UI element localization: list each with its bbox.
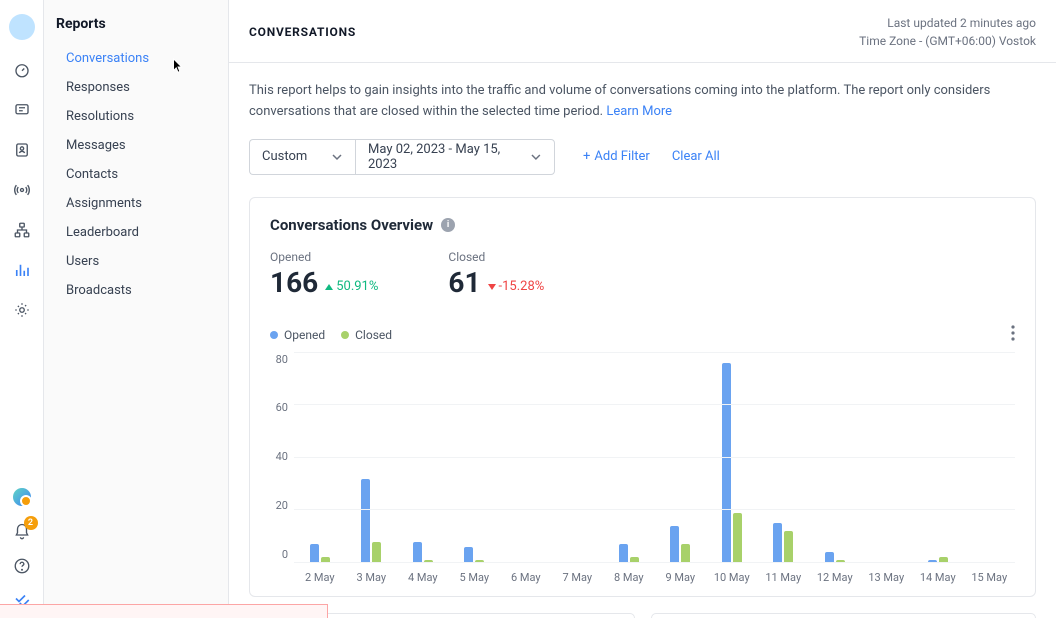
user-avatar[interactable] bbox=[11, 486, 33, 508]
sidebar-item-broadcasts[interactable]: Broadcasts bbox=[56, 276, 228, 305]
date-range-select[interactable]: May 02, 2023 - May 15, 2023 bbox=[355, 139, 555, 175]
dashboard-icon[interactable] bbox=[12, 60, 32, 80]
sidebar-item-conversations[interactable]: Conversations bbox=[56, 44, 228, 73]
sidebar-item-contacts[interactable]: Contacts bbox=[56, 160, 228, 189]
report-description: This report helps to gain insights into … bbox=[249, 81, 1036, 123]
sidebar-item-resolutions[interactable]: Resolutions bbox=[56, 102, 228, 131]
page-title: CONVERSATIONS bbox=[249, 25, 356, 39]
card-title: Conversations Overview bbox=[270, 216, 433, 234]
chevron-down-icon bbox=[331, 151, 343, 163]
alert-badge: 2 bbox=[24, 516, 38, 530]
timezone: Time Zone - (GMT+06:00) Vostok bbox=[859, 32, 1036, 50]
delta-up: 50.91% bbox=[324, 279, 378, 294]
chart-menu-button[interactable] bbox=[1011, 325, 1015, 345]
plus-icon: + bbox=[583, 149, 590, 164]
main-header: CONVERSATIONS Last updated 2 minutes ago… bbox=[229, 0, 1056, 63]
conversations-overview-card: Conversations Overview i Opened 166 50.9… bbox=[249, 197, 1036, 597]
broadcast-icon[interactable] bbox=[12, 180, 32, 200]
last-updated: Last updated 2 minutes ago bbox=[859, 14, 1036, 32]
period-select[interactable]: Custom bbox=[249, 139, 355, 175]
icon-rail: 2 bbox=[0, 0, 44, 618]
card-placeholder bbox=[651, 613, 1037, 618]
sidebar-title: Reports bbox=[56, 16, 228, 32]
metric-opened: Opened 166 50.91% bbox=[270, 250, 378, 299]
sidebar-item-responses[interactable]: Responses bbox=[56, 73, 228, 102]
main: CONVERSATIONS Last updated 2 minutes ago… bbox=[228, 0, 1056, 618]
delta-down: -15.28% bbox=[487, 279, 545, 294]
caret-down-icon bbox=[487, 282, 497, 292]
chart-legend: Opened Closed bbox=[270, 328, 392, 342]
help-icon[interactable] bbox=[12, 556, 32, 576]
workflow-icon[interactable] bbox=[12, 220, 32, 240]
dot-icon bbox=[270, 331, 278, 339]
sidebar-item-messages[interactable]: Messages bbox=[56, 131, 228, 160]
add-filter-button[interactable]: + Add Filter bbox=[583, 149, 650, 164]
info-icon[interactable]: i bbox=[441, 218, 455, 232]
reports-sidebar: Reports Conversations Responses Resoluti… bbox=[44, 0, 228, 618]
chevron-down-icon bbox=[530, 151, 542, 163]
lower-cards bbox=[249, 613, 1036, 618]
settings-icon[interactable] bbox=[12, 300, 32, 320]
sidebar-item-users[interactable]: Users bbox=[56, 247, 228, 276]
alerts-icon[interactable]: 2 bbox=[12, 522, 32, 542]
header-meta: Last updated 2 minutes ago Time Zone - (… bbox=[859, 14, 1036, 50]
workspace-avatar[interactable] bbox=[9, 14, 35, 40]
dot-icon bbox=[341, 331, 349, 339]
status-bar-hint bbox=[0, 604, 328, 618]
clear-all-button[interactable]: Clear All bbox=[672, 149, 720, 164]
caret-up-icon bbox=[324, 282, 334, 292]
metric-closed: Closed 61 -15.28% bbox=[448, 250, 544, 299]
sidebar-item-leaderboard[interactable]: Leaderboard bbox=[56, 218, 228, 247]
contacts-icon[interactable] bbox=[12, 140, 32, 160]
messages-icon[interactable] bbox=[12, 100, 32, 120]
chart: 806040200 bbox=[270, 353, 1015, 563]
dots-vertical-icon bbox=[1011, 325, 1015, 341]
learn-more-link[interactable]: Learn More bbox=[606, 104, 672, 119]
reports-icon[interactable] bbox=[12, 260, 32, 280]
sidebar-item-assignments[interactable]: Assignments bbox=[56, 189, 228, 218]
